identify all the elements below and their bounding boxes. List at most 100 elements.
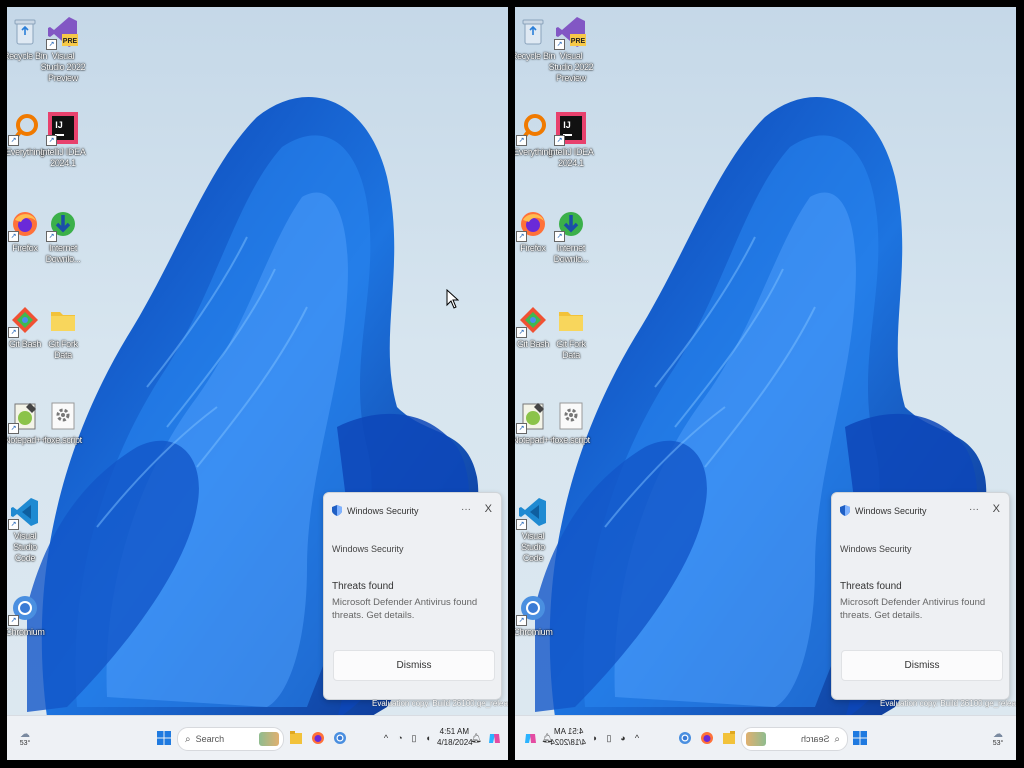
- desktop-icon-vscode[interactable]: ↗ Visual Studio Code: [7, 497, 48, 564]
- taskbar-mirrored: 🔔︎ 4:51 AM 4/18/2024 ◗ ▯ ◕ ^ Search ⌕ ☁ …: [515, 715, 1016, 760]
- copilot-icon[interactable]: [485, 716, 503, 760]
- evaluation-watermark: Evaluation copy. Build 26100.ge_release.…: [372, 699, 508, 708]
- taskbar-firefox[interactable]: [308, 716, 328, 760]
- shortcut-arrow-icon: ↗: [46, 39, 57, 50]
- toast-message: Microsoft Defender Antivirus found threa…: [840, 597, 986, 621]
- intellij-badge: IJ: [563, 120, 571, 130]
- taskbar-clock[interactable]: 4:51 AM 4/18/2024: [437, 726, 473, 748]
- desktop-icon-script[interactable]: foxe.script: [548, 401, 594, 446]
- desktop-icon-internet-download[interactable]: ↗ Internet Downlo...: [548, 209, 594, 265]
- tray-network-icon[interactable]: ◕: [616, 716, 630, 760]
- toast-close-button[interactable]: X: [993, 503, 1000, 515]
- toast-header: Windows Security: [840, 505, 927, 516]
- weather-widget[interactable]: ☁ 53°: [13, 716, 37, 760]
- toast-message: Microsoft Defender Antivirus found threa…: [332, 597, 478, 621]
- taskbar: ☁ 53° ⌕ Search ^ ◔ ▯ ◖ 4:51 AM 4/18/2024…: [7, 715, 508, 760]
- desktop-icon-script[interactable]: foxe.script: [40, 401, 86, 446]
- shortcut-arrow-icon: ↗: [46, 135, 57, 146]
- recycle-bin-icon: [522, 19, 544, 45]
- search-icon: ⌕: [834, 733, 840, 745]
- mouse-cursor-icon: [446, 289, 459, 309]
- start-button[interactable]: [153, 716, 175, 760]
- shortcut-arrow-icon: ↗: [8, 327, 19, 338]
- desktop-icon-label: foxe.script: [552, 435, 590, 445]
- toast-app-name: Windows Security: [332, 544, 404, 554]
- desktop-icon-folder[interactable]: Git Fork Data: [548, 305, 594, 361]
- weather-cloud-icon: ☁: [20, 729, 30, 740]
- taskbar-search-box[interactable]: Search ⌕: [741, 727, 848, 751]
- desktop-icon-label: foxe.script: [44, 435, 82, 445]
- desktop-icon-label: IntelliJ IDEA 2024.1: [548, 147, 594, 168]
- file-explorer-icon: [290, 731, 302, 744]
- copilot-icon[interactable]: [521, 716, 539, 760]
- desktop-icon-chromium[interactable]: ↗ Chromium: [7, 593, 48, 638]
- toast-title: Threats found: [840, 581, 902, 592]
- clock-time: 4:51 AM: [554, 727, 584, 736]
- taskbar-search-box[interactable]: ⌕ Search: [177, 727, 284, 751]
- script-gear-icon: [559, 402, 583, 430]
- windows-security-toast[interactable]: Windows Security ··· X Windows Security …: [323, 492, 502, 700]
- start-button[interactable]: [849, 716, 871, 760]
- search-icon: ⌕: [185, 733, 191, 745]
- search-highlight-icon: [746, 732, 766, 746]
- notification-bell-icon[interactable]: 🔔︎: [470, 716, 482, 760]
- taskbar-clock[interactable]: 4:51 AM 4/18/2024: [550, 726, 586, 748]
- desktop-icon-label: Git Fork Data: [556, 339, 586, 360]
- preview-badge: PRE: [571, 38, 586, 45]
- folder-icon: [559, 312, 583, 331]
- weather-cloud-icon: ☁: [993, 729, 1003, 740]
- tray-overflow-chevron[interactable]: ^: [379, 716, 393, 760]
- desktop-icon-intellij[interactable]: IJ ↗ IntelliJ IDEA 2024.1: [40, 112, 86, 169]
- windows-logo-icon: [853, 731, 867, 745]
- shield-icon: [332, 505, 342, 516]
- toast-dismiss-button[interactable]: Dismiss: [841, 650, 1003, 681]
- windows-security-toast[interactable]: Windows Security ··· X Windows Security …: [831, 492, 1010, 700]
- tray-network-icon[interactable]: ◔: [393, 716, 407, 760]
- toast-close-button[interactable]: X: [485, 503, 492, 515]
- desktop-icon-intellij[interactable]: IJ ↗ IntelliJ IDEA 2024.1: [548, 112, 594, 169]
- desktop-icon-visual-studio[interactable]: PRE ↗ Visual Studio 2022 Preview: [40, 17, 86, 84]
- toast-more-button[interactable]: ···: [461, 504, 471, 515]
- shortcut-arrow-icon: ↗: [8, 423, 19, 434]
- clock-date: 4/18/2024: [550, 738, 586, 747]
- tray-overflow-chevron[interactable]: ^: [630, 716, 644, 760]
- weather-temperature: 53°: [992, 740, 1004, 747]
- desktop-icon-internet-download[interactable]: ↗ Internet Downlo...: [40, 209, 86, 265]
- search-placeholder: Search: [195, 734, 225, 744]
- taskbar-file-explorer[interactable]: [719, 716, 739, 760]
- taskbar-file-explorer[interactable]: [286, 716, 306, 760]
- tray-volume-icon[interactable]: ◖: [421, 716, 435, 760]
- shortcut-arrow-icon: ↗: [46, 231, 57, 242]
- copilot-logo-icon: [488, 733, 500, 743]
- desktop-icon-folder[interactable]: Git Fork Data: [40, 305, 86, 361]
- desktop-icon-label: Visual Studio 2022 Preview: [40, 51, 86, 83]
- shortcut-arrow-icon: ↗: [516, 231, 527, 242]
- weather-widget[interactable]: ☁ 53°: [986, 716, 1010, 760]
- desktop-icon-label: IntelliJ IDEA 2024.1: [40, 147, 86, 168]
- shield-icon: [840, 505, 850, 516]
- desktop-icon-visual-studio[interactable]: PRE ↗ Visual Studio 2022 Preview: [548, 17, 594, 84]
- desktop-icon-chromium[interactable]: ↗ Chromium: [515, 593, 556, 638]
- shortcut-arrow-icon: ↗: [8, 135, 19, 146]
- tray-battery-icon[interactable]: ▯: [407, 716, 421, 760]
- toast-dismiss-button[interactable]: Dismiss: [333, 650, 495, 681]
- desktop-screen-right: Recycle Bin ↗ Everything ↗ Firefox ↗ Git…: [515, 7, 1016, 760]
- chromium-icon: [334, 732, 346, 744]
- toast-more-button[interactable]: ···: [969, 504, 979, 515]
- taskbar-chromium[interactable]: [330, 716, 350, 760]
- recycle-bin-icon: [14, 19, 36, 45]
- desktop-icon-label: Visual Studio 2022 Preview: [548, 51, 594, 83]
- windows-logo-icon: [157, 731, 171, 745]
- taskbar-firefox[interactable]: [697, 716, 717, 760]
- weather-temperature: 53°: [19, 740, 31, 747]
- toast-app-header: Windows Security: [347, 505, 419, 516]
- preview-badge: PRE: [63, 38, 78, 45]
- tray-battery-icon[interactable]: ▯: [602, 716, 616, 760]
- evaluation-watermark: Evaluation copy. Build 26100.ge_release.…: [880, 699, 1016, 708]
- desktop-screen-left: Recycle Bin ↗ Everything ↗ Firefox ↗ Git…: [7, 7, 508, 760]
- tray-volume-icon[interactable]: ◗: [588, 716, 602, 760]
- firefox-icon: [701, 732, 713, 744]
- intellij-badge: IJ: [55, 120, 63, 130]
- desktop-icon-vscode[interactable]: ↗ Visual Studio Code: [515, 497, 556, 564]
- taskbar-chromium[interactable]: [675, 716, 695, 760]
